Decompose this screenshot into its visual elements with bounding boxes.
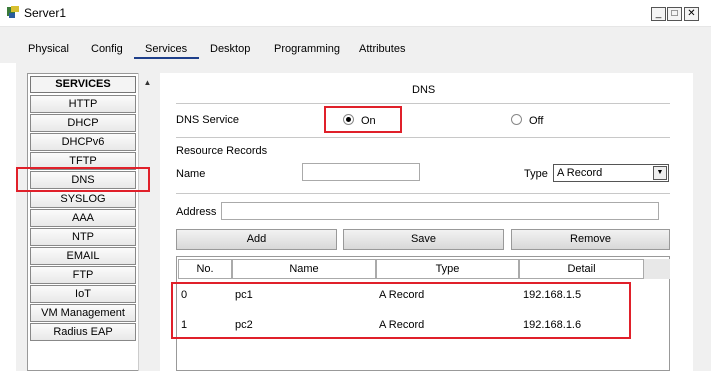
title-bar: Server1 _ □ ✕ [0, 0, 711, 27]
window-title: Server1 [24, 6, 67, 20]
type-select-value: A Record [557, 167, 603, 179]
divider [176, 193, 670, 194]
name-label: Name [176, 168, 206, 180]
dns-sidebar-highlight [16, 167, 150, 192]
server-app-icon [7, 6, 19, 18]
sidebar-item-syslog[interactable]: SYSLOG [30, 190, 136, 208]
type-select[interactable]: A Record ▼ [553, 164, 669, 182]
name-input[interactable] [302, 163, 420, 181]
sidebar-item-http[interactable]: HTTP [30, 95, 136, 113]
tab-programming[interactable]: Programming [274, 43, 340, 55]
sidebar-item-iot[interactable]: IoT [30, 285, 136, 303]
tab-desktop[interactable]: Desktop [210, 43, 250, 55]
maximize-button[interactable]: □ [667, 7, 682, 21]
sidebar-item-radius-eap[interactable]: Radius EAP [30, 323, 136, 341]
divider [176, 137, 670, 138]
resource-records-label: Resource Records [176, 145, 268, 157]
sidebar-scrollbar[interactable] [138, 73, 157, 371]
dns-off-radio[interactable] [511, 114, 522, 125]
sidebar-item-ntp[interactable]: NTP [30, 228, 136, 246]
column-header-detail[interactable]: Detail [519, 259, 644, 279]
close-button[interactable]: ✕ [684, 7, 699, 21]
sidebar-item-aaa[interactable]: AAA [30, 209, 136, 227]
column-header-name[interactable]: Name [232, 259, 376, 279]
divider [176, 103, 670, 104]
chevron-down-icon[interactable]: ▼ [653, 166, 667, 180]
sidebar-item-email[interactable]: EMAIL [30, 247, 136, 265]
records-highlight [171, 282, 631, 339]
sidebar-item-dhcpv6[interactable]: DHCPv6 [30, 133, 136, 151]
save-button[interactable]: Save [343, 229, 504, 250]
services-header: SERVICES [30, 76, 136, 93]
sidebar-item-ftp[interactable]: FTP [30, 266, 136, 284]
address-input[interactable] [221, 202, 659, 220]
scroll-up-icon[interactable]: ▲ [139, 74, 156, 91]
tab-config[interactable]: Config [91, 43, 123, 55]
tab-attributes[interactable]: Attributes [359, 43, 405, 55]
panel-scrollbar[interactable] [693, 73, 711, 371]
sidebar-item-vm-management[interactable]: VM Management [30, 304, 136, 322]
dns-on-highlight [324, 106, 402, 133]
type-label: Type [524, 168, 548, 180]
remove-button[interactable]: Remove [511, 229, 670, 250]
column-header-no[interactable]: No. [178, 259, 232, 279]
column-header-filler [644, 259, 670, 279]
minimize-button[interactable]: _ [651, 7, 666, 21]
address-label: Address [176, 206, 217, 218]
tab-physical[interactable]: Physical [28, 43, 69, 55]
sidebar-item-dhcp[interactable]: DHCP [30, 114, 136, 132]
dns-service-label: DNS Service [176, 114, 239, 126]
column-header-type[interactable]: Type [376, 259, 519, 279]
dns-off-label: Off [529, 115, 544, 127]
active-tab-indicator [134, 57, 199, 59]
add-button[interactable]: Add [176, 229, 337, 250]
section-title: DNS [412, 84, 436, 96]
tab-services[interactable]: Services [145, 43, 187, 55]
